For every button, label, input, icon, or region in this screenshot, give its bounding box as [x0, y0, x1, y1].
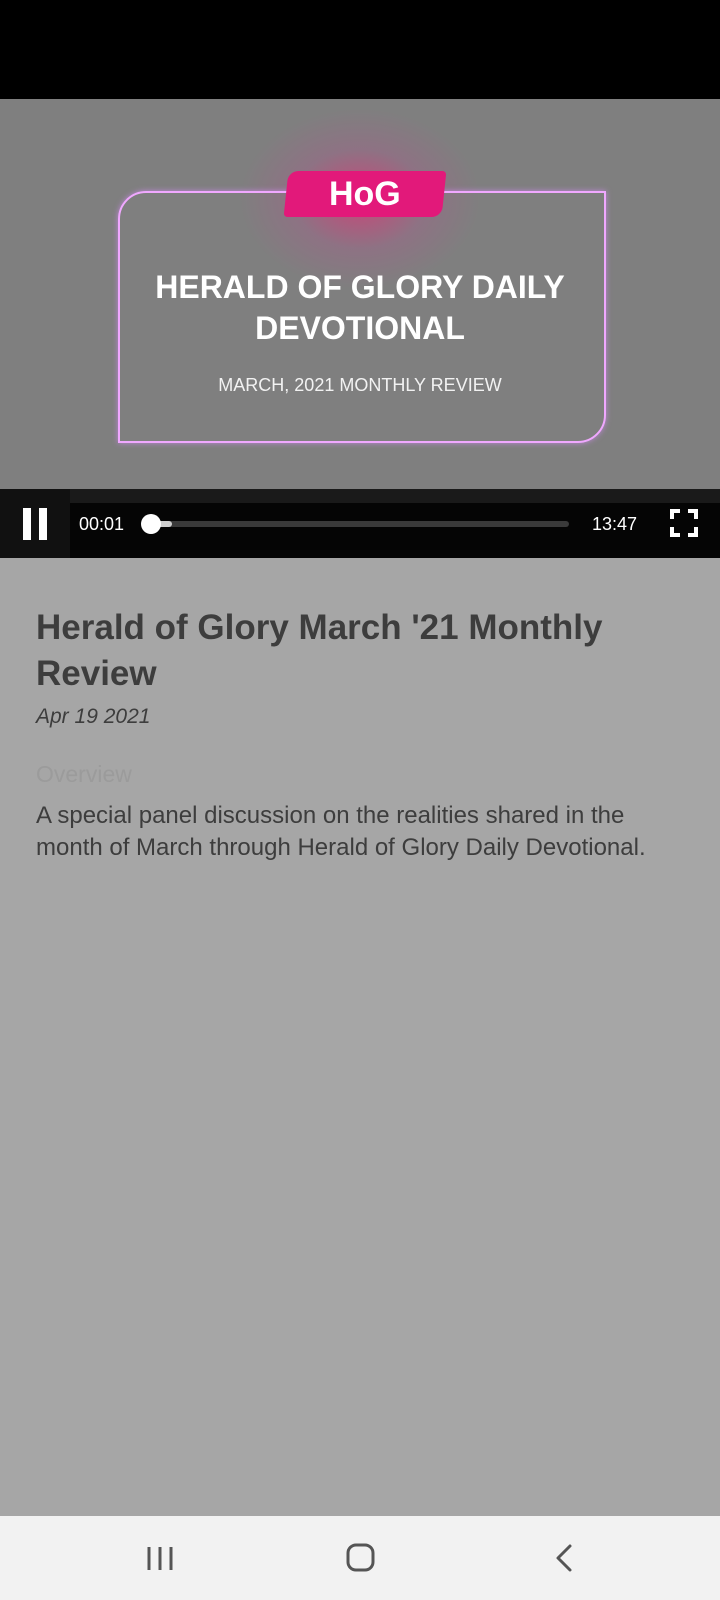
- video-title: HERALD OF GLORY DAILY DEVOTIONAL: [155, 269, 565, 346]
- seek-thumb[interactable]: [141, 514, 161, 534]
- pause-icon-bar: [39, 507, 47, 540]
- recents-icon[interactable]: [100, 1516, 220, 1600]
- seek-bar[interactable]: [150, 521, 569, 527]
- status-bar: [0, 0, 720, 99]
- back-icon[interactable]: [503, 1516, 623, 1600]
- video-subtitle: MARCH, 2021 MONTHLY REVIEW: [218, 375, 502, 395]
- video-badge: HoG: [283, 171, 447, 217]
- controls-divider: [0, 489, 720, 503]
- current-time: 00:01: [79, 514, 125, 534]
- video-badge-text: HoG: [329, 174, 401, 213]
- video-player[interactable]: HoG HERALD OF GLORY DAILY DEVOTIONAL MAR…: [0, 99, 720, 489]
- episode-date: Apr 19 2021: [36, 705, 151, 728]
- home-icon[interactable]: [300, 1516, 420, 1600]
- pause-button[interactable]: [0, 489, 70, 558]
- episode-title: Herald of Glory March '21 Monthly Review: [36, 608, 603, 693]
- total-time: 13:47: [592, 514, 638, 534]
- pause-icon: [23, 507, 31, 540]
- system-nav-bar: [0, 1516, 720, 1600]
- overview-label: Overview: [36, 761, 132, 787]
- fullscreen-icon[interactable]: [670, 509, 698, 537]
- episode-details: Herald of Glory March '21 Monthly Review…: [36, 605, 676, 864]
- overview-text: A special panel discussion on the realit…: [36, 802, 646, 861]
